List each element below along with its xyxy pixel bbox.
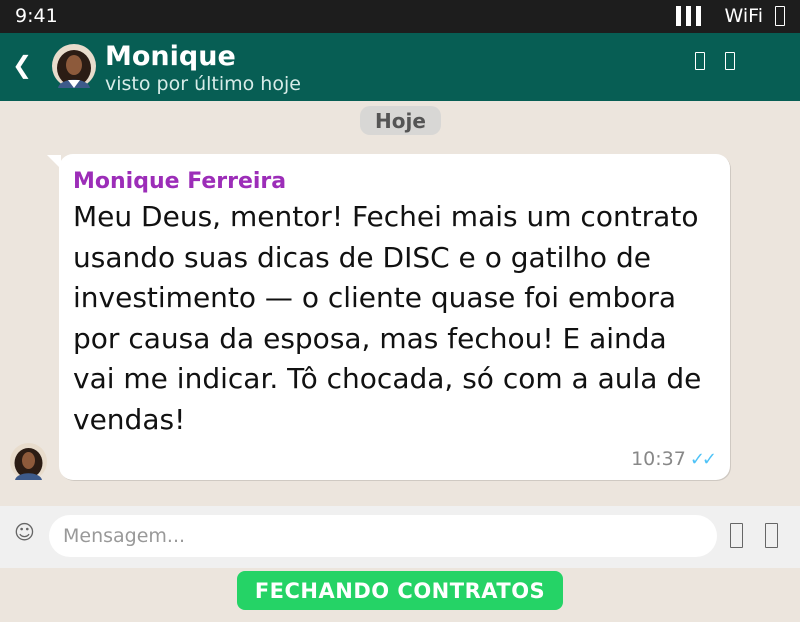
message-input[interactable] [49, 515, 717, 557]
message-meta: 10:37 ✓✓ [631, 448, 717, 470]
video-icon[interactable] [695, 52, 705, 70]
header-actions [695, 52, 735, 70]
attach-icon[interactable] [730, 523, 743, 548]
status-icons: WiFi [675, 5, 785, 27]
status-time: 9:41 [15, 5, 58, 27]
wifi-label: WiFi [724, 5, 763, 27]
sender-avatar[interactable] [10, 443, 47, 480]
contact-name: Monique [105, 41, 236, 72]
mic-icon[interactable] [765, 523, 778, 548]
battery-icon [775, 6, 785, 26]
chat-header: ❮ Monique visto por último hoje [0, 33, 800, 101]
phone-icon[interactable] [725, 52, 735, 70]
message-text: Meu Deus, mentor! Fechei mais um contrat… [73, 200, 702, 436]
emoji-icon[interactable]: ☺ [14, 520, 35, 544]
contact-status: visto por último hoje [105, 73, 301, 95]
message-time: 10:37 [631, 448, 686, 470]
message-sender: Monique Ferreira [73, 169, 287, 194]
date-divider: Hoje [360, 106, 441, 135]
message-bubble[interactable]: Monique Ferreira Meu Deus, mentor! Feche… [59, 154, 730, 480]
contact-avatar[interactable] [52, 44, 96, 88]
read-receipt-icon: ✓✓ [689, 448, 717, 470]
status-bar: 9:41 WiFi [0, 0, 800, 33]
signal-icon [675, 6, 701, 26]
cta-badge[interactable]: FECHANDO CONTRATOS [237, 571, 563, 610]
compose-bar: ☺ [0, 506, 800, 568]
back-chevron-icon[interactable]: ❮ [12, 51, 32, 79]
